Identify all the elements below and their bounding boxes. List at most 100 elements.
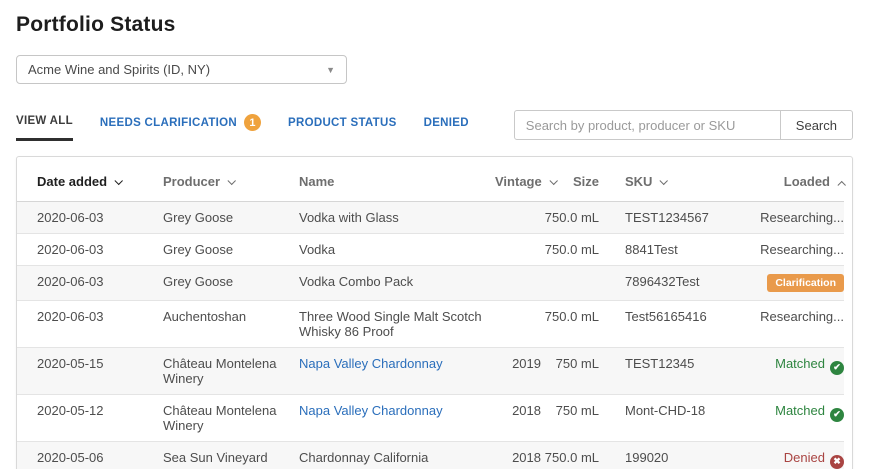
check-icon: ✔ [830,360,844,375]
cell-name: Napa Valley Chardonnay [299,347,495,395]
cell-vintage [495,201,541,234]
column-header-vintage[interactable]: Vintage [495,157,558,202]
portfolio-table-card: Date added Producer Name Vintage Size SKU Load… [16,156,853,469]
producer-value: Château Montelena Winery [163,356,277,386]
portfolio-select[interactable]: Acme Wine and Spirits (ID, NY) ▼ [16,55,347,84]
cell-producer: Château Montelena Winery [163,394,299,442]
tab-label: VIEW ALL [16,115,73,127]
sku-value: TEST12345 [625,356,695,371]
product-name-value: Vodka Combo Pack [299,274,414,289]
producer-value: Grey Goose [163,242,234,257]
producer-value: Château Montelena Winery [163,403,277,433]
cell-size: 750.0 mL [541,233,599,266]
tab-view-all[interactable]: VIEW ALL [16,114,73,141]
cell-vintage: 2018 [495,441,541,469]
table-row: 2020-05-15 Château Montelena Winery Napa V… [17,347,844,395]
cell-producer: Auchentoshan [163,300,299,348]
table-row: 2020-06-03 Grey Goose Vodka 750.0 mL 8841Tes… [17,233,844,266]
cell-name: Vodka Combo Pack [299,265,495,301]
cell-name: Three Wood Single Malt Scotch Whisky 86 … [299,300,495,348]
needs-clarification-count-badge: 1 [244,114,262,131]
size-value: 750 mL [555,356,599,371]
vintage-value: 2019 [512,356,541,371]
sku-value: Test56165416 [625,309,707,324]
loaded-status-text: Researching... [760,242,844,257]
check-icon: ✔ [830,407,844,422]
cell-vintage [495,233,541,266]
cell-size: 750 mL [541,394,599,442]
cell-date: 2020-05-12 [17,394,163,442]
column-label: Loaded [783,174,830,189]
size-value: 750.0 mL [544,450,599,465]
cell-vintage: 2019 [495,347,541,395]
product-name-link[interactable]: Napa Valley Chardonnay [299,403,443,418]
page-title: Portfolio Status [16,13,176,36]
cell-vintage [495,300,541,348]
product-name-link[interactable]: Napa Valley Chardonnay [299,356,443,371]
cell-name: Vodka with Glass [299,201,495,234]
producer-value: Grey Goose [163,210,234,225]
cell-producer: Grey Goose [163,265,299,301]
date-added-value: 2020-06-03 [37,242,104,257]
date-added-value: 2020-05-12 [37,403,104,418]
tab-label: DENIED [423,116,469,129]
sku-value: TEST1234567 [625,210,709,225]
loaded-status-text: Denied [783,450,825,465]
date-added-value: 2020-05-15 [37,356,104,371]
cell-loaded: Matched ✔ [749,347,844,395]
product-name-value: Vodka with Glass [299,210,399,225]
cell-sku: TEST12345 [599,347,749,395]
cell-date: 2020-06-03 [17,201,163,234]
producer-value: Sea Sun Vineyard [163,450,268,465]
column-label: Name [299,174,335,189]
cell-loaded: Clarification [749,265,844,301]
tab-needs-clarification[interactable]: NEEDS CLARIFICATION 1 [99,114,262,141]
cell-size [541,265,599,301]
sort-desc-icon [227,176,237,186]
cell-loaded: Researching... [749,300,844,348]
column-header-name: Name [299,157,495,202]
cell-size: 750.0 mL [541,300,599,348]
search-input[interactable] [513,110,781,140]
tab-product-status[interactable]: PRODUCT STATUS [288,114,397,141]
loaded-status-text: Researching... [760,309,844,324]
vintage-value: 2018 [512,403,541,418]
product-name-value: Three Wood Single Malt Scotch Whisky 86 … [299,309,482,339]
chevron-down-icon: ▼ [326,64,335,75]
table-header-row: Date added Producer Name Vintage Size SKU Load… [17,157,846,202]
cell-date: 2020-05-15 [17,347,163,395]
date-added-value: 2020-05-06 [37,450,104,465]
column-header-producer[interactable]: Producer [163,157,299,202]
cell-name: Chardonnay California [299,441,495,469]
cell-producer: Sea Sun Vineyard [163,441,299,469]
tab-label: NEEDS CLARIFICATION [99,116,238,129]
size-value: 750.0 mL [544,210,599,225]
producer-value: Auchentoshan [163,309,247,324]
date-added-value: 2020-06-03 [37,210,104,225]
search-bar: Search [513,110,853,140]
column-header-date[interactable]: Date added [17,157,163,202]
cell-sku: TEST1234567 [599,201,749,234]
table-row: 2020-06-03 Auchentoshan Three Wood Single … [17,300,844,348]
sku-value: 7896432Test [625,274,700,289]
cell-vintage: 2018 [495,394,541,442]
sort-asc-icon [837,180,846,190]
portfolio-select-value: Acme Wine and Spirits (ID, NY) [28,62,211,77]
loaded-status-text: Researching... [760,210,844,225]
column-label: Date added [37,174,108,189]
clarification-badge[interactable]: Clarification [767,274,844,292]
x-icon: ✖ [830,454,844,469]
search-button[interactable]: Search [779,110,853,140]
table-row: 2020-06-03 Grey Goose Vodka with Glass 750.… [17,201,844,234]
cell-loaded: Researching... [749,233,844,266]
size-value: 750.0 mL [544,242,599,257]
vintage-value: 2018 [512,450,541,465]
column-label: Producer [163,174,221,189]
producer-value: Grey Goose [163,274,234,289]
column-header-loaded[interactable]: Loaded [749,157,846,202]
column-label: Vintage [495,174,542,189]
column-header-sku[interactable]: SKU [599,157,749,202]
cell-producer: Grey Goose [163,201,299,234]
date-added-value: 2020-06-03 [37,274,104,289]
tab-denied[interactable]: DENIED [424,114,469,141]
